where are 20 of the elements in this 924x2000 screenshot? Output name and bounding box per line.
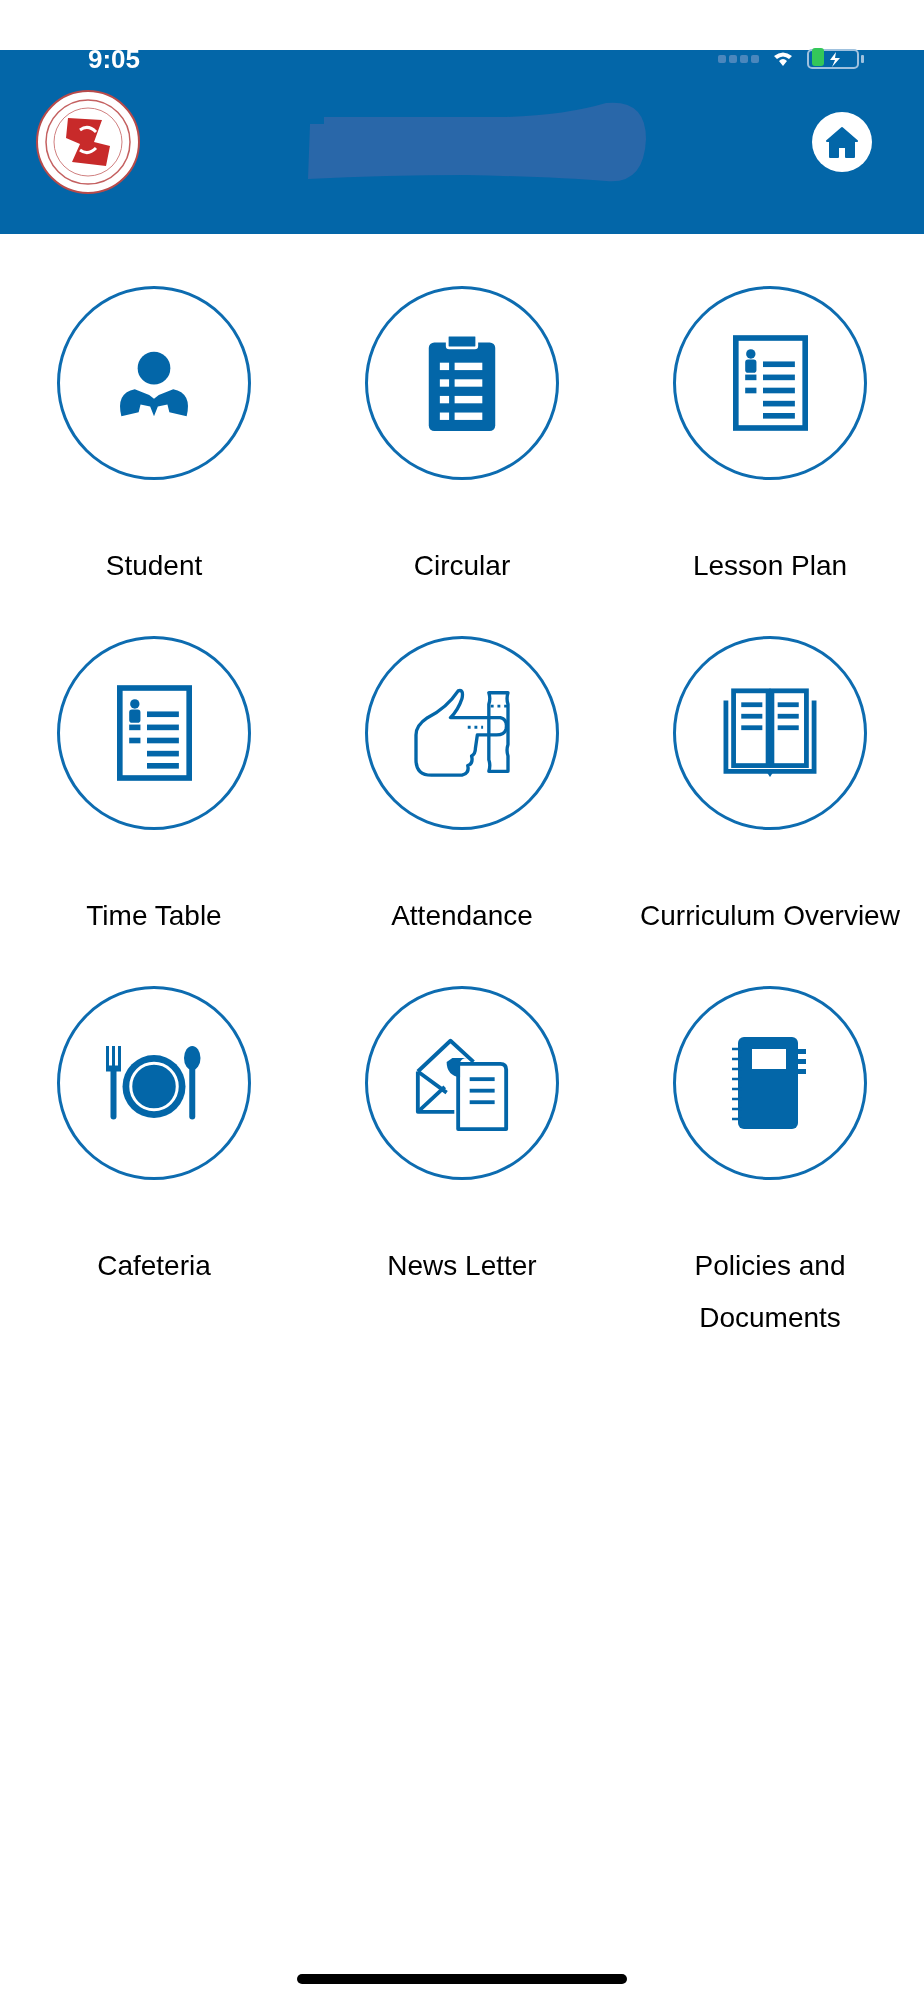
home-icon (825, 126, 859, 158)
menu-tile-label[interactable]: Lesson Plan (692, 540, 848, 592)
plate-and-cutlery-icon (106, 1045, 202, 1121)
menu-tile-label[interactable]: Curriculum Overview (640, 890, 900, 942)
menu-tile-label[interactable]: Cafeteria (97, 1240, 211, 1292)
menu-tile-label[interactable]: Attendance (391, 890, 533, 942)
battery-icon (806, 48, 866, 70)
menu-tile-label[interactable]: Policies and Documents (670, 1240, 870, 1344)
menu-tile-label[interactable]: Circular (413, 540, 511, 592)
document-icon (116, 685, 192, 781)
status-time: 9:05 (88, 46, 141, 72)
document-icon (732, 335, 808, 431)
signal-icon (718, 54, 760, 64)
home-button[interactable] (812, 112, 872, 172)
pointing-hand-icon (414, 687, 510, 779)
menu-tile-label[interactable]: News Letter (387, 1240, 537, 1292)
menu-tile-label[interactable]: Time Table (86, 890, 222, 942)
wifi-icon (772, 51, 794, 67)
open-book-icon (722, 687, 818, 779)
menu-tile-label[interactable]: Student (105, 540, 203, 592)
